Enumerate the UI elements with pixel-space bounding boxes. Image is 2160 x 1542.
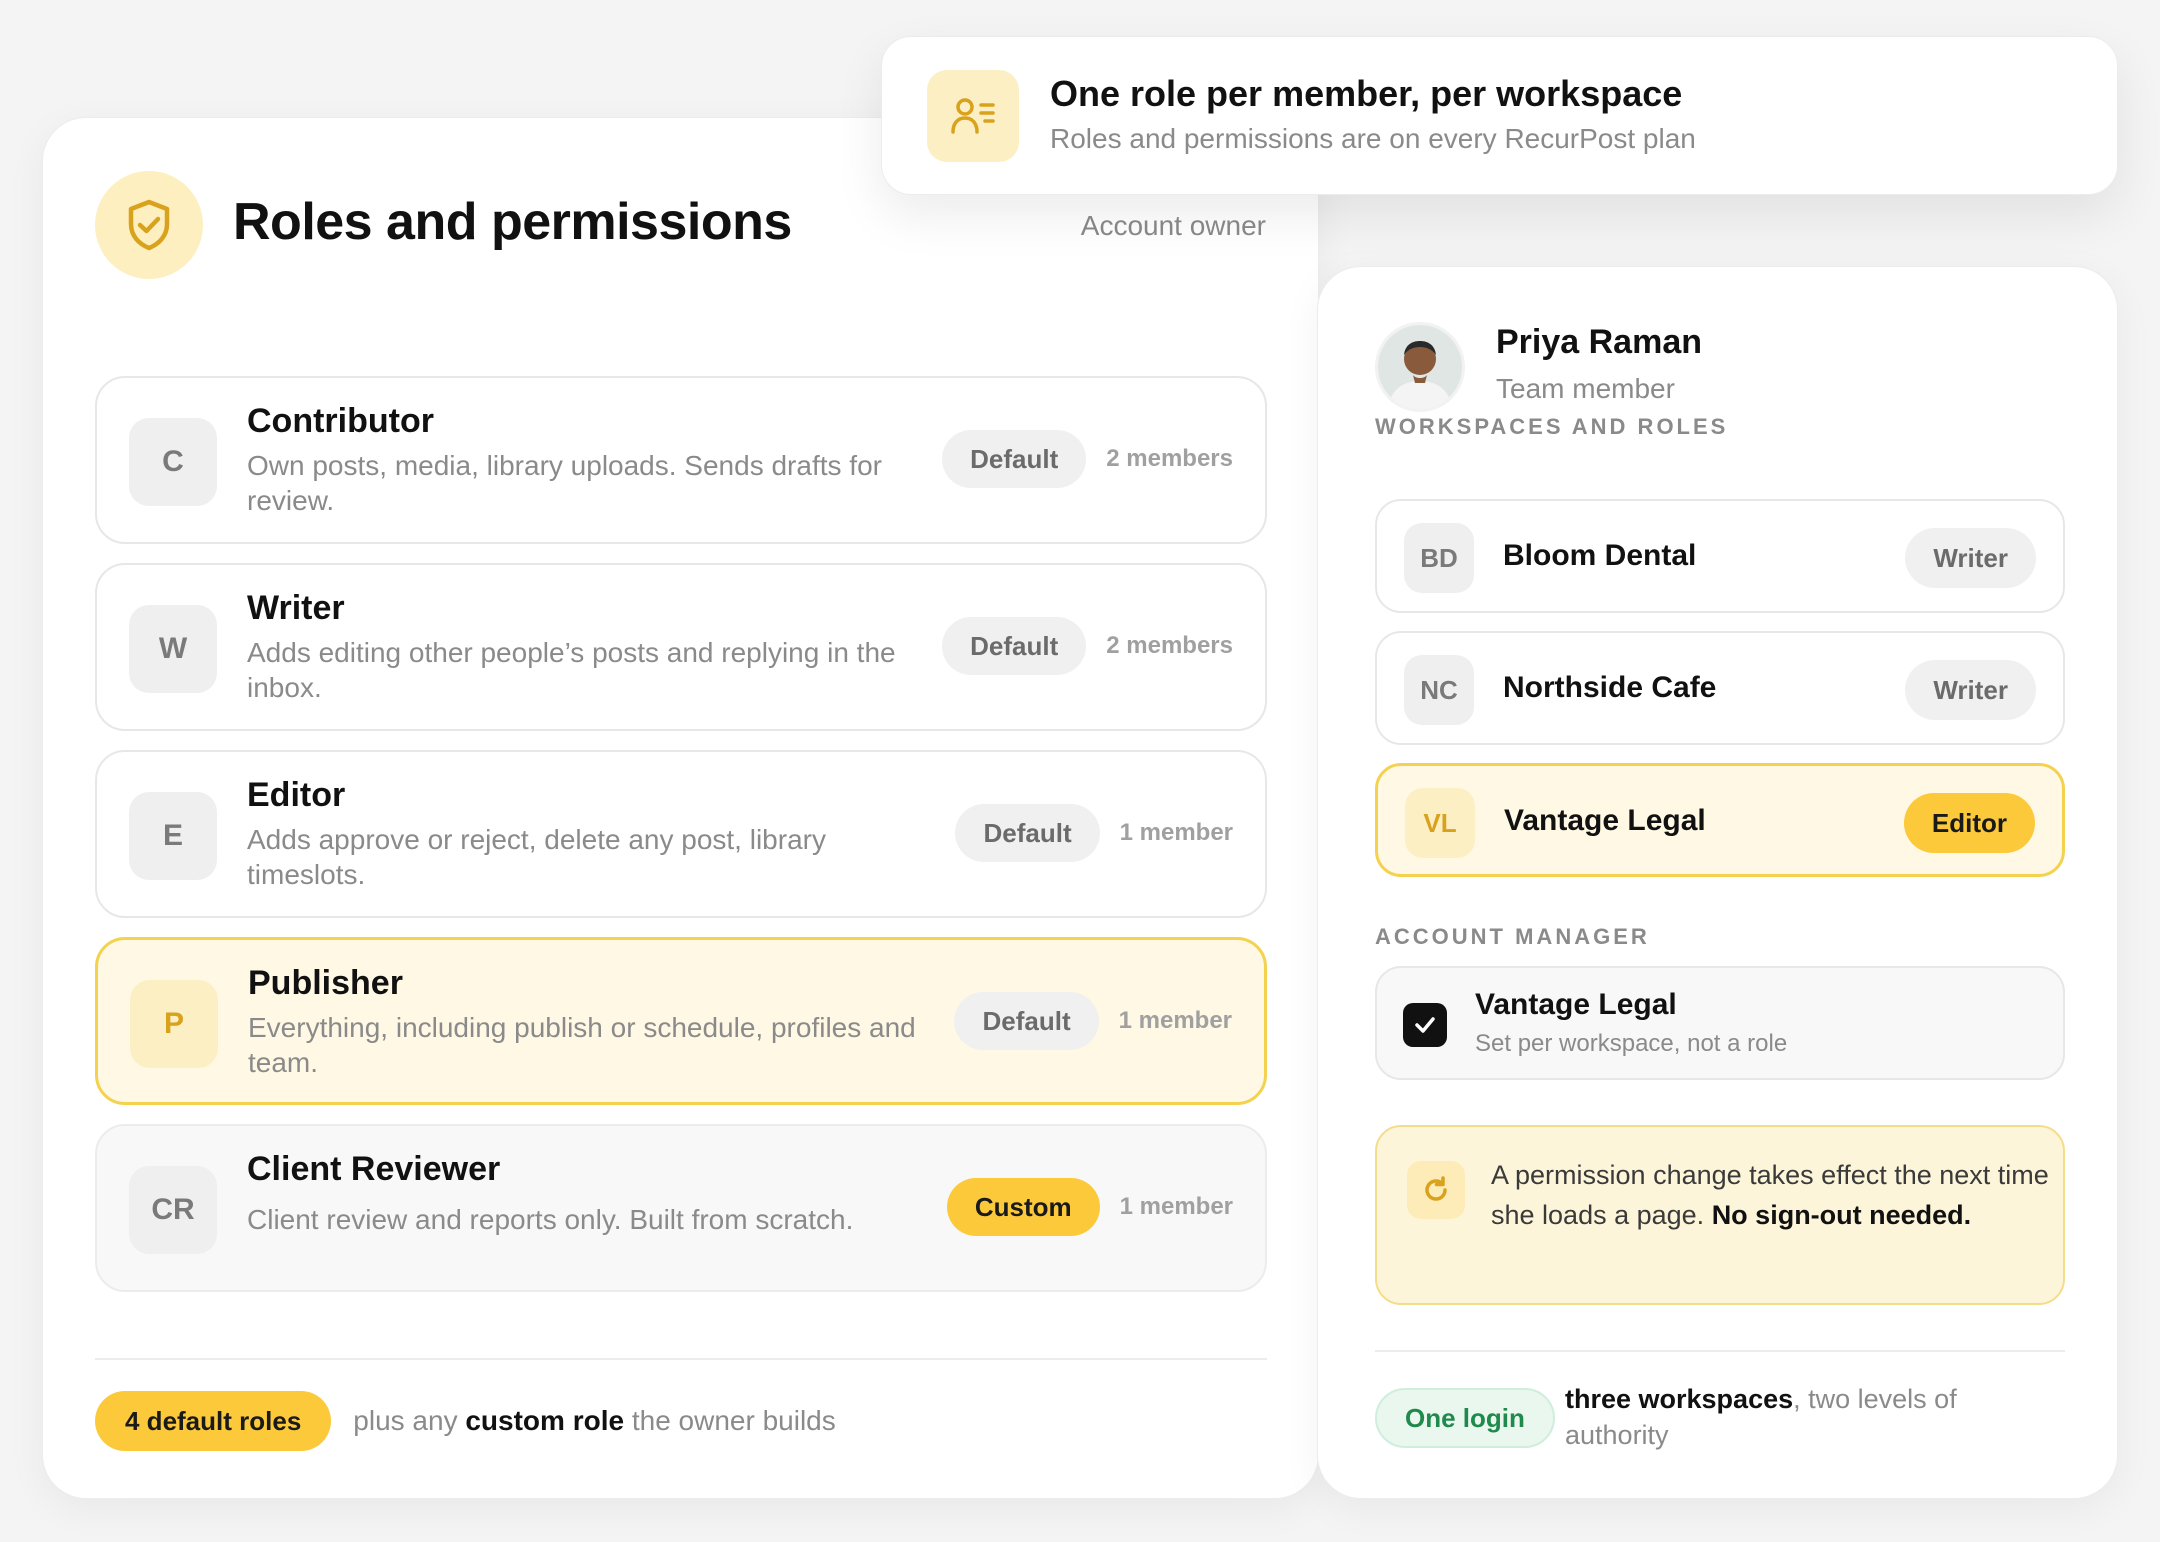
role-name: Writer [247,589,345,627]
member-role: Team member [1496,373,1675,404]
role-name: Editor [247,776,346,814]
member-name: Priya Raman [1496,323,1702,361]
divider [1375,1350,2065,1352]
account-manager-name: Vantage Legal [1475,988,1677,1021]
right-footer-text: three workspaces, two levels of authorit… [1565,1384,1957,1450]
role-type-badge: Default [954,992,1099,1050]
workspace-row-bloom-dental[interactable]: BD Bloom Dental Writer [1375,499,2065,613]
role-description: Everything, including publish or schedul… [248,1012,916,1078]
role-avatar: C [129,418,217,506]
workspace-row-northside-cafe[interactable]: NC Northside Cafe Writer [1375,631,2065,745]
role-type-badge: Default [942,617,1087,675]
info-card-title: One role per member, per workspace [1050,73,1683,114]
member-count: 2 members [1106,445,1233,472]
avatar [1375,322,1465,412]
role-avatar: P [130,980,218,1068]
member-panel: Priya Raman Team member WORKSPACES AND R… [1317,266,2118,1499]
notice-text: A permission change takes effect the nex… [1491,1160,2049,1230]
roles-panel: Roles and permissions Account owner C Co… [42,117,1319,1499]
footer-text: plus any custom role the owner builds [353,1405,836,1436]
role-description: Adds editing other people’s posts and re… [247,637,896,703]
workspace-role-badge[interactable]: Writer [1905,660,2036,720]
shield-check-icon [95,171,203,279]
default-roles-pill: 4 default roles [95,1391,332,1451]
role-avatar: E [129,792,217,880]
member-count: 1 member [1119,1193,1233,1220]
role-avatar: W [129,605,217,693]
role-name: Publisher [248,964,403,1002]
workspace-name: Bloom Dental [1503,539,1697,572]
user-list-icon [927,70,1019,162]
role-list: C Contributor Own posts, media, library … [95,376,1267,1311]
permission-notice: A permission change takes effect the nex… [1375,1125,2065,1305]
role-card-publisher[interactable]: P Publisher Everything, including publis… [95,937,1267,1105]
role-description: Own posts, media, library uploads. Sends… [247,450,882,516]
member-count: 1 member [1118,1007,1232,1034]
workspace-role-badge[interactable]: Editor [1903,793,2035,853]
divider [95,1358,1267,1360]
account-manager-checkbox[interactable] [1403,1003,1447,1047]
check-icon [1415,1017,1435,1033]
role-name: Contributor [247,402,434,440]
role-type-badge: Custom [946,1178,1100,1236]
role-description: Client review and reports only. Built fr… [247,1204,854,1235]
role-card-client-reviewer[interactable]: CR Client Reviewer Client review and rep… [95,1124,1267,1292]
role-avatar: CR [129,1166,217,1254]
workspace-row-vantage-legal[interactable]: VL Vantage Legal Editor [1375,763,2065,877]
role-card-contributor[interactable]: C Contributor Own posts, media, library … [95,376,1267,544]
account-manager-row[interactable]: Vantage Legal Set per workspace, not a r… [1375,966,2065,1080]
role-type-badge: Default [955,804,1100,862]
info-card: One role per member, per workspace Roles… [881,36,2118,195]
workspace-name: Vantage Legal [1504,804,1706,837]
account-manager-section-label: ACCOUNT MANAGER [1375,924,1650,949]
info-card-subtitle: Roles and permissions are on every Recur… [1050,123,1696,154]
refresh-icon [1407,1161,1465,1219]
workspace-role-badge[interactable]: Writer [1905,528,2036,588]
role-card-editor[interactable]: E Editor Adds approve or reject, delete … [95,750,1267,918]
workspace-avatar: VL [1405,788,1475,858]
member-count: 2 members [1106,632,1233,659]
workspace-avatar: NC [1404,655,1474,725]
role-description: Adds approve or reject, delete any post,… [247,824,826,890]
roles-footer: 4 default roles plus any custom role the… [95,1391,836,1451]
account-manager-subtitle: Set per workspace, not a role [1475,1030,1788,1057]
account-owner-label: Account owner [1080,210,1266,241]
workspaces-section-label: WORKSPACES AND ROLES [1375,414,1729,439]
workspace-avatar: BD [1404,523,1474,593]
role-card-writer[interactable]: W Writer Adds editing other people’s pos… [95,563,1267,731]
role-type-badge: Default [942,430,1087,488]
one-login-pill: One login [1375,1388,1555,1448]
member-count: 1 member [1119,819,1233,846]
page-title: Roles and permissions [233,193,792,251]
role-name: Client Reviewer [247,1150,501,1188]
workspace-name: Northside Cafe [1503,671,1717,704]
